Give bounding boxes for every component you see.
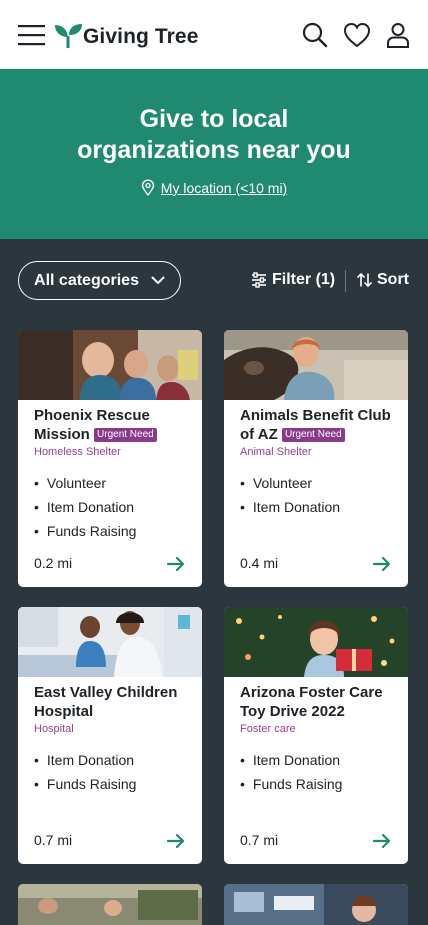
card-distance: 0.2 mi [34,555,73,571]
org-card[interactable]: East Valley Children Hospital Hospital I… [18,607,202,864]
card-distance: 0.4 mi [240,555,279,571]
heart-icon[interactable] [343,22,371,48]
card-photo [224,330,408,400]
list-item: Funds Raising [240,772,392,796]
card-photo [18,330,202,400]
card-title: Animals Benefit Club of AZ Urgent Need [240,406,392,444]
list-item: Item Donation [34,495,186,519]
logo-leaf-icon [55,24,82,48]
list-item: Volunteer [34,471,186,495]
menu-icon[interactable] [18,22,45,48]
filter-button[interactable]: Filter (1) [251,271,335,289]
card-title: Phoenix Rescue Mission Urgent Need [34,406,186,444]
card-title: Arizona Foster Care Toy Drive 2022 [240,684,383,720]
search-icon[interactable] [302,22,328,48]
category-dropdown[interactable]: All categories [18,261,181,300]
list-item: Funds Raising [34,772,186,796]
card-activity-list: Volunteer Item Donation Funds Raising [34,471,186,543]
arrow-right-icon[interactable] [166,831,186,851]
arrow-right-icon[interactable] [372,831,392,851]
card-category: Homeless Shelter [34,446,121,458]
org-card[interactable]: Phoenix Rescue Mission Urgent Need Homel… [18,330,202,587]
location-link[interactable]: My location (<10 mi) [0,179,428,196]
card-distance: 0.7 mi [34,832,73,848]
list-item: Item Donation [240,748,392,772]
arrow-right-icon[interactable] [166,554,186,574]
hero-title: Give to local organizations near you [0,104,428,166]
card-title: East Valley Children Hospital [34,684,178,720]
card-activity-list: Item Donation Funds Raising [34,748,186,796]
filter-sliders-icon [252,272,266,288]
org-card[interactable] [18,884,202,925]
card-activity-list: Item Donation Funds Raising [240,748,392,796]
hero-title-line-1: Give to local [139,105,289,133]
brand-name[interactable]: Giving Tree [83,25,198,49]
card-category: Hospital [34,723,74,735]
urgent-need-badge: Urgent Need [281,428,345,442]
controls-divider [345,270,346,292]
card-category: Foster care [240,723,296,735]
card-category: Animal Shelter [240,446,312,458]
location-pin-icon [141,179,154,196]
card-photo [18,884,202,925]
list-item: Item Donation [34,748,186,772]
org-card[interactable]: Animals Benefit Club of AZ Urgent Need A… [224,330,408,587]
org-card[interactable]: Arizona Foster Care Toy Drive 2022 Foste… [224,607,408,864]
hero-title-line-2: organizations near you [77,136,351,164]
app-header: Giving Tree [0,0,428,69]
card-photo [224,607,408,677]
card-photo [224,884,408,925]
arrow-right-icon[interactable] [372,554,392,574]
sort-button[interactable]: Sort [357,271,409,289]
sort-arrows-icon [357,273,372,287]
card-activity-list: Volunteer Item Donation [240,471,392,519]
list-item: Volunteer [240,471,392,495]
urgent-need-badge: Urgent Need [94,428,157,442]
location-link-text[interactable]: My location (<10 mi) [161,180,287,196]
card-distance: 0.7 mi [240,832,279,848]
category-dropdown-label: All categories [34,271,139,289]
filter-label: Filter (1) [272,271,336,288]
list-item: Item Donation [240,495,392,519]
chevron-down-icon [151,276,165,284]
user-icon[interactable] [386,22,410,48]
sort-label: Sort [377,271,409,288]
hero-banner: Give to local organizations near you My … [0,69,428,239]
org-card[interactable] [224,884,408,925]
list-item: Funds Raising [34,519,186,543]
card-photo [18,607,202,677]
